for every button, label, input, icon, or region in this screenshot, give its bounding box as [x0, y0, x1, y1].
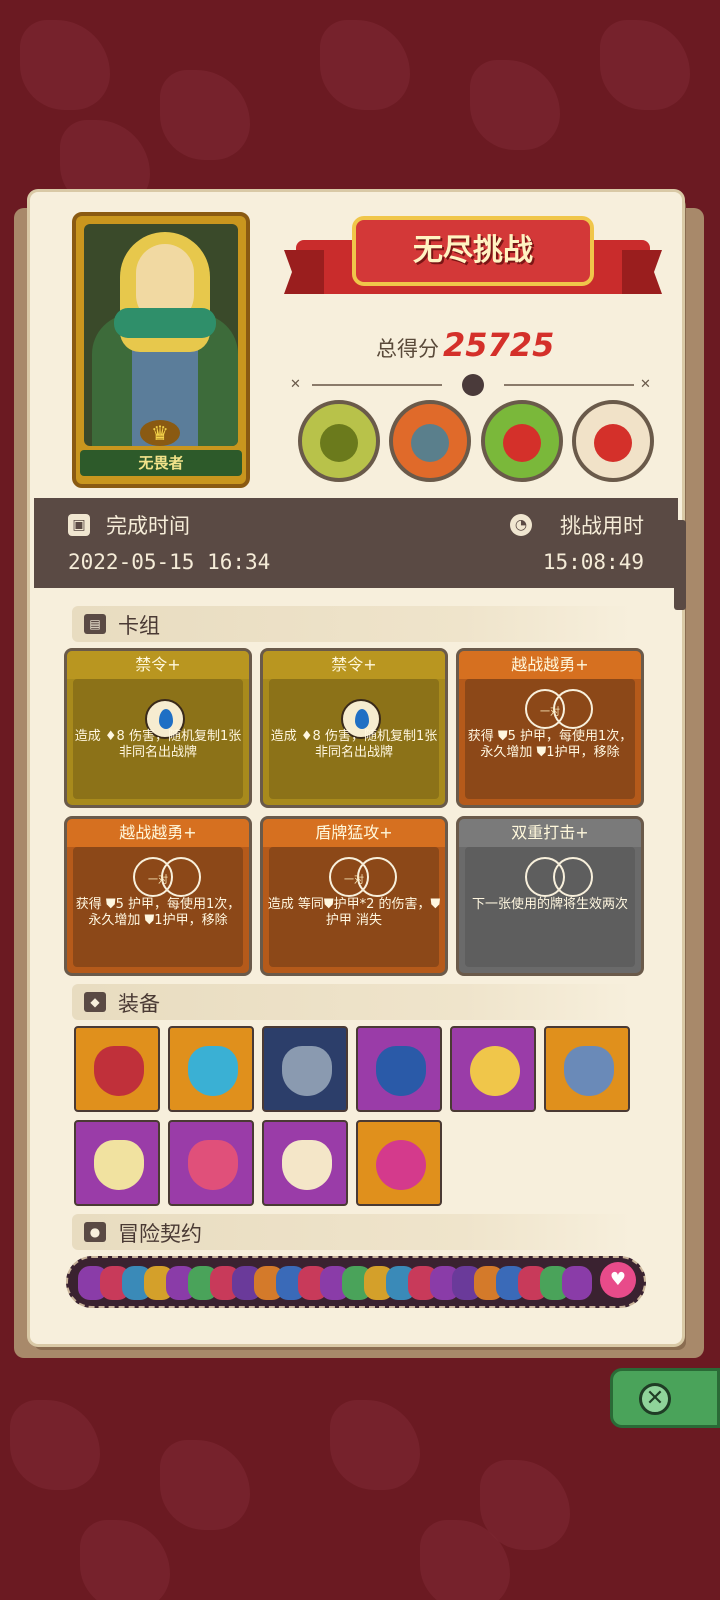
- card-title: 禁令+: [67, 651, 249, 679]
- mushroom-cap-icon[interactable]: [168, 1120, 254, 1206]
- card-title: 双重打击+: [459, 819, 641, 847]
- deck-card[interactable]: 越战越勇+ 一对 获得 ⛊5 护甲，每使用1次，永久增加 ⛊1护甲，移除: [456, 648, 644, 808]
- card-title: 越战越勇+: [459, 651, 641, 679]
- card-pair-label: 一对: [344, 875, 364, 886]
- card-title: 禁令+: [263, 651, 445, 679]
- pink-orb-icon[interactable]: [356, 1120, 442, 1206]
- deck-section-header: ▤ 卡组: [72, 606, 632, 642]
- heart-lock-icon[interactable]: ♥: [600, 1262, 636, 1298]
- card-title: 越战越勇+: [67, 819, 249, 847]
- ornament-divider: ✕ ✕: [290, 374, 656, 396]
- score-row: 总得分 25725: [376, 326, 554, 366]
- contracts-section-header: ● 冒险契约: [72, 1214, 632, 1250]
- cube-icon: ◆: [84, 992, 106, 1012]
- crossed-swords-icon: ✕: [290, 377, 301, 392]
- score-value: 25725: [443, 326, 555, 364]
- finish-time-value: 2022-05-15 16:34: [68, 550, 271, 574]
- film-icon: ▣: [68, 514, 90, 536]
- green-demon-icon[interactable]: [480, 400, 563, 482]
- claw-icon[interactable]: [74, 1120, 160, 1206]
- crown-icon: ♛: [140, 420, 180, 446]
- double-ring-icon: [519, 857, 599, 897]
- chest-armor-icon[interactable]: [262, 1026, 348, 1112]
- fire-mask-icon[interactable]: [571, 400, 654, 482]
- orc-demon-icon[interactable]: [389, 400, 472, 482]
- contracts-section-label: 冒险契约: [118, 1222, 202, 1246]
- moon-star-icon[interactable]: [450, 1026, 536, 1112]
- boss-list: [298, 400, 654, 486]
- equipment-section-header: ◆ 装备: [72, 984, 632, 1020]
- deck-card[interactable]: 禁令+ 造成 ♦8 伤害，随机复制1张非同名出战牌: [64, 648, 252, 808]
- stopwatch-icon: ◔: [510, 514, 532, 536]
- info-bar: ▣ 完成时间 挑战用时 ◔ 2022-05-15 16:34 15:08:49: [34, 498, 678, 588]
- crest-shield-icon[interactable]: [356, 1026, 442, 1112]
- crossed-swords-icon: ✕: [640, 377, 651, 392]
- score-label: 总得分: [376, 337, 439, 361]
- duration-value: 15:08:49: [542, 550, 644, 574]
- cards-icon: ▤: [84, 614, 106, 634]
- finish-time-label: 完成时间: [106, 514, 190, 538]
- card-description: 造成 ♦8 伤害，随机复制1张非同名出战牌: [270, 729, 438, 760]
- card-description: 下一张使用的牌将生效两次: [471, 897, 628, 912]
- skull-icon: [462, 374, 484, 396]
- hero-name: 无畏者: [80, 450, 242, 476]
- person-icon: ●: [84, 1222, 106, 1242]
- contract-strip[interactable]: [66, 1256, 646, 1308]
- deck-card[interactable]: 越战越勇+ 一对 获得 ⛊5 护甲，每使用1次，永久增加 ⛊1护甲，移除: [64, 816, 252, 976]
- card-description: 获得 ⛊5 护甲，每使用1次，永久增加 ⛊1护甲，移除: [467, 729, 633, 760]
- card-description: 获得 ⛊5 护甲，每使用1次，永久增加 ⛊1护甲，移除: [75, 897, 241, 928]
- deck-section-label: 卡组: [118, 614, 160, 638]
- card-description: 造成 ♦8 伤害，随机复制1张非同名出战牌: [74, 729, 242, 760]
- mode-title: 无尽挑战: [352, 216, 594, 286]
- hero-portrait-card[interactable]: [72, 212, 250, 488]
- duration-label: 挑战用时: [560, 514, 644, 538]
- spiked-egg-icon[interactable]: [262, 1120, 348, 1206]
- card-title: 盾牌猛攻+: [263, 819, 445, 847]
- close-button[interactable]: ✕: [610, 1368, 720, 1428]
- hero-portrait-art: [84, 224, 238, 446]
- horn-icon[interactable]: [544, 1026, 630, 1112]
- dragon-skull-icon[interactable]: [298, 400, 380, 482]
- shell-armor-icon[interactable]: [74, 1026, 160, 1112]
- deck-card[interactable]: 盾牌猛攻+ 一对 造成 等同⛊护甲*2 的伤害，⛊护甲 消失: [260, 816, 448, 976]
- card-pair-label: 一对: [540, 707, 560, 718]
- card-description: 造成 等同⛊护甲*2 的伤害，⛊护甲 消失: [267, 897, 441, 928]
- close-icon: ✕: [639, 1383, 671, 1415]
- shield-emblem-icon[interactable]: [168, 1026, 254, 1112]
- deck-card[interactable]: 双重打击+ 下一张使用的牌将生效两次: [456, 816, 644, 976]
- scrollbar[interactable]: [674, 520, 686, 610]
- card-pair-label: 一对: [148, 875, 168, 886]
- equipment-section-label: 装备: [118, 992, 160, 1016]
- deck-card[interactable]: 禁令+ 造成 ♦8 伤害，随机复制1张非同名出战牌: [260, 648, 448, 808]
